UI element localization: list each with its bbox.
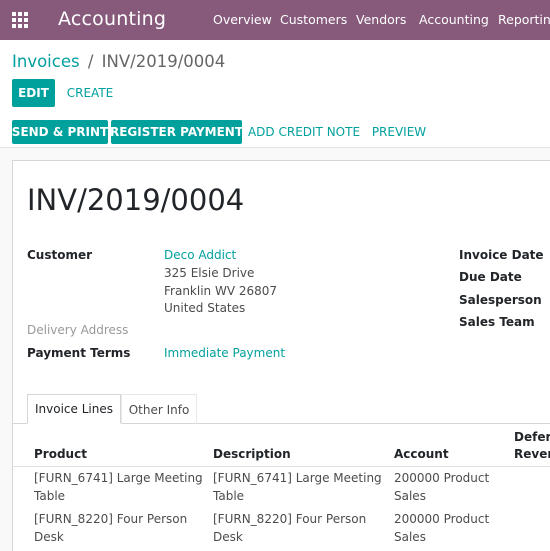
row-account-cell[interactable]: 200000 Product Sales	[394, 511, 504, 546]
menu-item-customers[interactable]: Customers	[280, 12, 347, 27]
column-header-deferred-line2[interactable]: Revenu	[514, 447, 550, 461]
row-description-cell[interactable]: [FURN_8220] Four Person Desk	[213, 511, 391, 546]
sales-team-label: Sales Team	[459, 315, 535, 329]
delivery-address-label: Delivery Address	[27, 323, 129, 337]
column-header-description[interactable]: Description	[213, 447, 291, 461]
salesperson-label: Salesperson	[459, 293, 542, 307]
column-header-product[interactable]: Product	[34, 447, 87, 461]
breadcrumb-current: INV/2019/0004	[101, 52, 226, 71]
payment-terms-label: Payment Terms	[27, 346, 131, 360]
send-print-button[interactable]: SEND & PRINT	[12, 120, 108, 144]
create-button[interactable]: CREATE	[63, 79, 117, 107]
menu-item-accounting[interactable]: Accounting	[419, 12, 489, 27]
customer-address-line1: 325 Elsie Drive	[164, 266, 255, 280]
row-product-cell[interactable]: [FURN_6741] Large Meeting Table	[34, 470, 206, 505]
row-account-cell[interactable]: 200000 Product Sales	[394, 470, 504, 505]
row-product-cell[interactable]: [FURN_8220] Four Person Desk	[34, 511, 212, 546]
edit-button[interactable]: EDIT	[12, 79, 55, 107]
menu-item-vendors[interactable]: Vendors	[356, 12, 406, 27]
grid-apps-icon[interactable]	[12, 12, 28, 28]
column-header-account[interactable]: Account	[394, 447, 449, 461]
customer-address-line3: United States	[164, 301, 246, 315]
due-date-label: Due Date	[459, 270, 522, 284]
invoice-date-label: Invoice Date	[459, 248, 544, 262]
register-payment-button[interactable]: REGISTER PAYMENT	[110, 120, 243, 144]
tab-other-info[interactable]: Other Info	[121, 394, 197, 424]
breadcrumb: Invoices / INV/2019/0004	[12, 52, 225, 71]
customer-name-link[interactable]: Deco Addict	[164, 248, 236, 262]
customer-label: Customer	[27, 248, 93, 262]
menu-item-reporting[interactable]: Reporting	[498, 12, 550, 27]
breadcrumb-separator: /	[87, 52, 94, 71]
top-navbar: Accounting Overview Customers Vendors Ac…	[0, 0, 550, 40]
breadcrumb-invoices-link[interactable]: Invoices	[12, 52, 80, 71]
table-header-divider	[13, 466, 550, 467]
add-credit-note-button[interactable]: ADD CREDIT NOTE	[248, 120, 360, 144]
column-header-deferred-line1[interactable]: Deferre	[514, 430, 550, 444]
menu-item-overview[interactable]: Overview	[213, 12, 272, 27]
tab-invoice-lines[interactable]: Invoice Lines	[27, 394, 121, 424]
preview-button[interactable]: PREVIEW	[368, 120, 430, 144]
payment-terms-link[interactable]: Immediate Payment	[164, 346, 285, 360]
invoice-number-title: INV/2019/0004	[27, 183, 245, 217]
row-description-cell[interactable]: [FURN_6741] Large Meeting Table	[213, 470, 385, 505]
customer-address-line2: Franklin WV 26807	[164, 284, 278, 298]
app-title[interactable]: Accounting	[58, 8, 166, 30]
